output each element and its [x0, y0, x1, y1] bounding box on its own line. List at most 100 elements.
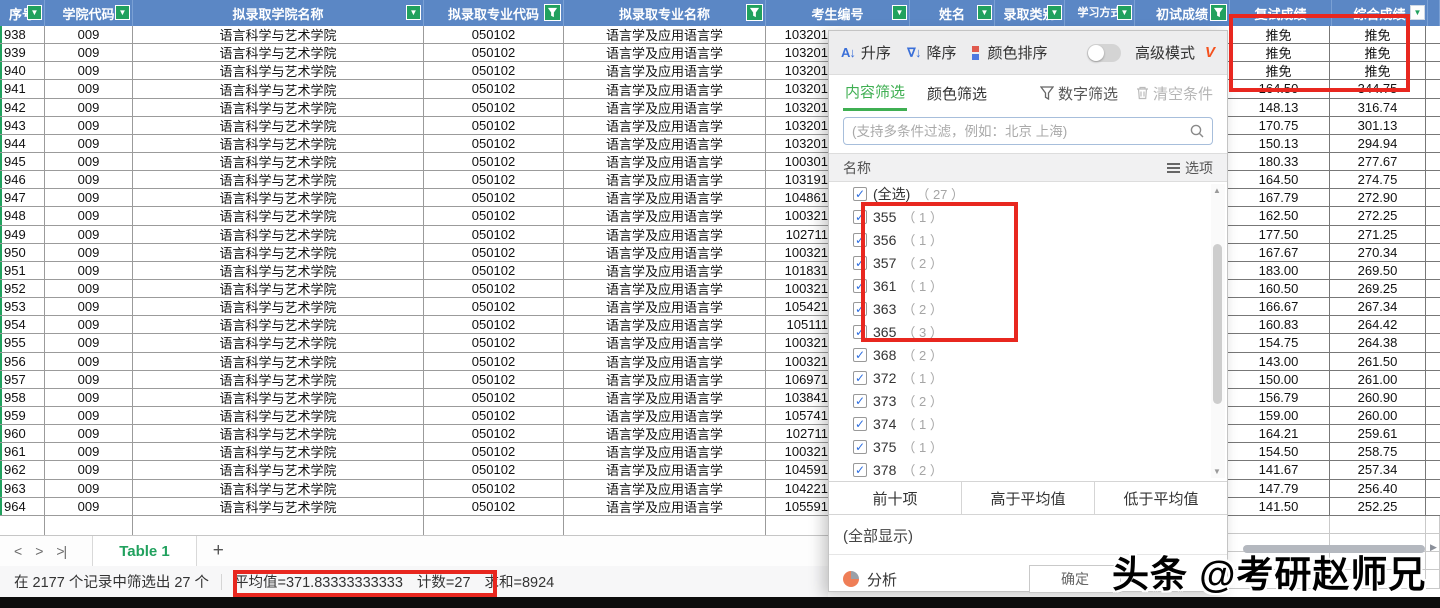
cell-college-code[interactable]: 009 [45, 280, 133, 297]
cell-overall-score[interactable]: 261.50 [1330, 353, 1426, 370]
cell-retest-score[interactable]: 183.00 [1228, 262, 1330, 279]
cell-college-name[interactable]: 语言科学与艺术学院 [133, 353, 424, 370]
cell-candidate-id[interactable]: 100321 [766, 443, 828, 460]
cell-retest-score[interactable]: 167.67 [1228, 244, 1330, 261]
cell-candidate-id[interactable]: 103201 [766, 80, 828, 97]
cell-candidate-id[interactable]: 102711 [766, 425, 828, 442]
table-row[interactable]: 960 009 语言科学与艺术学院 050102 语言学及应用语言学 10271… [0, 425, 828, 443]
cell-overall-score[interactable]: 270.34 [1330, 244, 1426, 261]
cell-overall-score[interactable]: 294.94 [1330, 135, 1426, 152]
table-row[interactable]: 164.21 259.61 [1228, 425, 1440, 443]
vertical-scrollbar[interactable]: ▲ ▼ [1211, 184, 1225, 478]
cell-college-name[interactable]: 语言科学与艺术学院 [133, 262, 424, 279]
cell-major-code[interactable]: 050102 [424, 371, 564, 388]
cell-college-name[interactable]: 语言科学与艺术学院 [133, 171, 424, 188]
cell-major-name[interactable]: 语言学及应用语言学 [564, 226, 766, 243]
cell-overall-score[interactable]: 264.42 [1330, 316, 1426, 333]
nav-last-icon[interactable]: >| [56, 543, 66, 559]
cell-major-name[interactable]: 语言学及应用语言学 [564, 207, 766, 224]
cell-retest-score[interactable]: 159.00 [1228, 407, 1330, 424]
cell-major-name[interactable]: 语言学及应用语言学 [564, 80, 766, 97]
cell-college-name[interactable]: 语言科学与艺术学院 [133, 62, 424, 79]
cell-retest-score[interactable]: 141.50 [1228, 498, 1330, 515]
cell-college-name[interactable]: 语言科学与艺术学院 [133, 26, 424, 43]
cell-major-name[interactable]: 语言学及应用语言学 [564, 153, 766, 170]
filter-list-item[interactable]: ✓ 368 （ 2 ） [829, 343, 1227, 366]
cell-retest-score[interactable]: 167.79 [1228, 189, 1330, 206]
table-row[interactable]: 167.79 272.90 [1228, 189, 1440, 207]
checkbox-checked-icon[interactable]: ✓ [853, 348, 867, 362]
cell-college-code[interactable]: 009 [45, 244, 133, 261]
cell-overall-score[interactable]: 257.34 [1330, 461, 1426, 478]
filter-funnel-icon[interactable] [746, 4, 763, 21]
cell-seq[interactable]: 943 [0, 117, 45, 134]
cell-college-code[interactable]: 009 [45, 425, 133, 442]
cell-seq[interactable]: 963 [0, 480, 45, 497]
checkbox-checked-icon[interactable]: ✓ [853, 440, 867, 454]
table-row[interactable]: 954 009 语言科学与艺术学院 050102 语言学及应用语言学 10511… [0, 316, 828, 334]
cell-college-code[interactable]: 009 [45, 117, 133, 134]
cell-candidate-id[interactable]: 103201 [766, 135, 828, 152]
cell-college-code[interactable]: 009 [45, 26, 133, 43]
table-row[interactable]: 938 009 语言科学与艺术学院 050102 语言学及应用语言学 10320… [0, 26, 828, 44]
table-row[interactable]: 167.67 270.34 [1228, 244, 1440, 262]
cell-seq[interactable]: 944 [0, 135, 45, 152]
table-row[interactable]: 162.50 272.25 [1228, 207, 1440, 225]
filter-list-item[interactable]: ✓ 374 （ 1 ） [829, 412, 1227, 435]
cell-candidate-id[interactable]: 100321 [766, 244, 828, 261]
table-row[interactable]: 964 009 语言科学与艺术学院 050102 语言学及应用语言学 10559… [0, 498, 828, 516]
search-icon[interactable] [1189, 123, 1205, 139]
cell-college-code[interactable]: 009 [45, 135, 133, 152]
cell-major-code[interactable]: 050102 [424, 389, 564, 406]
table-row[interactable]: 963 009 语言科学与艺术学院 050102 语言学及应用语言学 10422… [0, 480, 828, 498]
cell-major-code[interactable]: 050102 [424, 443, 564, 460]
cell-seq[interactable]: 942 [0, 99, 45, 116]
cell-college-name[interactable]: 语言科学与艺术学院 [133, 316, 424, 333]
cell-seq[interactable]: 945 [0, 153, 45, 170]
table-row[interactable]: 150.13 294.94 [1228, 135, 1440, 153]
cell-seq[interactable]: 939 [0, 44, 45, 61]
cell-college-code[interactable]: 009 [45, 44, 133, 61]
cell-major-code[interactable]: 050102 [424, 316, 564, 333]
cell-college-code[interactable]: 009 [45, 389, 133, 406]
cell-retest-score[interactable]: 154.75 [1228, 334, 1330, 351]
number-filter-button[interactable]: 数字筛选 [1040, 83, 1118, 104]
cell-major-name[interactable]: 语言学及应用语言学 [564, 425, 766, 442]
table-row[interactable]: 961 009 语言科学与艺术学院 050102 语言学及应用语言学 10032… [0, 443, 828, 461]
cell-college-name[interactable]: 语言科学与艺术学院 [133, 117, 424, 134]
cell-college-name[interactable]: 语言科学与艺术学院 [133, 135, 424, 152]
cell-college-code[interactable]: 009 [45, 207, 133, 224]
filter-list-item[interactable]: ✓ 375 （ 1 ） [829, 435, 1227, 458]
cell-major-code[interactable]: 050102 [424, 189, 564, 206]
cell-overall-score[interactable]: 277.67 [1330, 153, 1426, 170]
cell-retest-score[interactable]: 141.67 [1228, 461, 1330, 478]
cell-overall-score[interactable]: 264.38 [1330, 334, 1426, 351]
cell-candidate-id[interactable]: 103201 [766, 26, 828, 43]
cell-retest-score[interactable]: 160.83 [1228, 316, 1330, 333]
cell-major-name[interactable]: 语言学及应用语言学 [564, 498, 766, 515]
analyze-button[interactable]: 分析 [867, 569, 897, 590]
table-row[interactable]: 949 009 语言科学与艺术学院 050102 语言学及应用语言学 10271… [0, 226, 828, 244]
cell-major-code[interactable]: 050102 [424, 407, 564, 424]
checkbox-checked-icon[interactable]: ✓ [853, 394, 867, 408]
cell-major-code[interactable]: 050102 [424, 99, 564, 116]
cell-college-code[interactable]: 009 [45, 226, 133, 243]
cell-candidate-id[interactable]: 104861 [766, 189, 828, 206]
cell-college-code[interactable]: 009 [45, 371, 133, 388]
cell-college-code[interactable]: 009 [45, 443, 133, 460]
table-row[interactable]: 944 009 语言科学与艺术学院 050102 语言学及应用语言学 10320… [0, 135, 828, 153]
table-row[interactable]: 141.50 252.25 [1228, 498, 1440, 516]
cell-major-code[interactable]: 050102 [424, 461, 564, 478]
cell-retest-score[interactable]: 164.21 [1228, 425, 1330, 442]
cell-major-code[interactable]: 050102 [424, 425, 564, 442]
sort-descending-button[interactable]: 降序 [926, 42, 956, 63]
cell-retest-score[interactable]: 166.67 [1228, 298, 1330, 315]
cell-major-code[interactable]: 050102 [424, 117, 564, 134]
cell-retest-score[interactable]: 147.79 [1228, 480, 1330, 497]
cell-overall-score[interactable]: 256.40 [1330, 480, 1426, 497]
table-row[interactable]: 959 009 语言科学与艺术学院 050102 语言学及应用语言学 10574… [0, 407, 828, 425]
cell-retest-score[interactable]: 160.50 [1228, 280, 1330, 297]
cell-candidate-id[interactable]: 103201 [766, 117, 828, 134]
cell-college-name[interactable]: 语言科学与艺术学院 [133, 207, 424, 224]
sheet-tab-table1[interactable]: Table 1 [92, 536, 197, 567]
